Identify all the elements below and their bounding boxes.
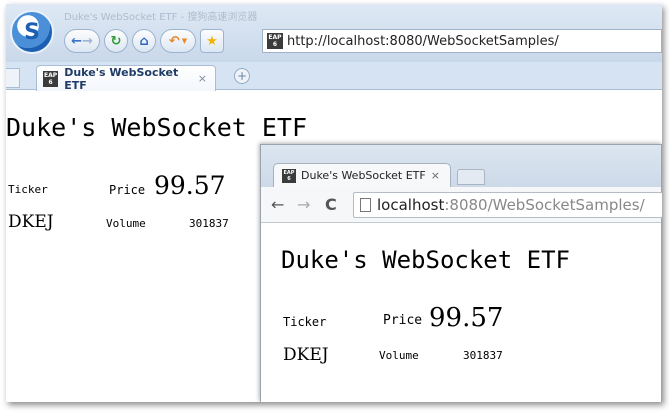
- address-bar-b[interactable]: localhost:8080/WebSocketSamples/: [353, 192, 662, 218]
- undo-button[interactable]: ↶ ▼: [160, 29, 196, 53]
- price-value: 99.57: [154, 171, 226, 200]
- browser-b-window: EAP 6 Duke's WebSocket ETF × ← → C localh…: [260, 144, 662, 402]
- refresh-icon: ↻: [110, 33, 122, 49]
- volume-value: 301837: [463, 349, 503, 362]
- address-host[interactable]: localhost: [377, 196, 444, 214]
- address-bar[interactable]: EAP 6 http://localhost:8080/WebSocketSamp…: [262, 29, 662, 53]
- site-favicon-icon: EAP 6: [267, 33, 283, 49]
- tab-websocket-etf[interactable]: EAP 6 Duke's WebSocket ETF ×: [36, 65, 216, 92]
- refresh-button[interactable]: ↻: [104, 29, 128, 53]
- tab-label: Duke's WebSocket ETF: [64, 65, 179, 92]
- forward-arrow-icon[interactable]: →: [82, 34, 93, 49]
- address-path[interactable]: :8080/WebSocketSamples/: [444, 196, 644, 214]
- browser-b-toolbar: ← → C localhost:8080/WebSocketSamples/: [261, 187, 662, 223]
- home-button[interactable]: ⌂: [132, 29, 156, 53]
- price-label: Price: [109, 183, 146, 197]
- back-arrow-icon[interactable]: ←: [71, 34, 82, 49]
- browser-b-page: Duke's WebSocket ETF Ticker Price 99.57 …: [261, 224, 661, 402]
- tab-close-icon[interactable]: ×: [431, 169, 440, 182]
- back-arrow-icon[interactable]: ←: [271, 195, 284, 214]
- sogou-logo-icon[interactable]: [10, 10, 54, 54]
- page-title: Duke's WebSocket ETF: [281, 246, 570, 274]
- tab-close-icon[interactable]: ×: [198, 72, 207, 85]
- screenshot-frame: Duke's WebSocket ETF - 搜狗高速浏览器 ←→ ↻ ⌂ ↶▼…: [6, 4, 662, 402]
- ticker-label: Ticker: [8, 183, 48, 196]
- browser-a-titlebar: Duke's WebSocket ETF - 搜狗高速浏览器 ←→ ↻ ⌂ ↶▼…: [6, 4, 662, 62]
- tab-favicon-icon: EAP 6: [43, 70, 59, 87]
- page-icon: [360, 198, 371, 212]
- ticker-label: Ticker: [283, 315, 327, 329]
- tab-websocket-etf-b[interactable]: EAP 6 Duke's WebSocket ETF ×: [273, 163, 451, 187]
- star-icon: ★: [206, 33, 218, 49]
- ticker-symbol: DKEJ: [8, 212, 54, 232]
- page-title: Duke's WebSocket ETF: [6, 113, 308, 142]
- sidebar-toggle[interactable]: [6, 68, 20, 88]
- home-icon: ⌂: [139, 33, 149, 49]
- browser-a-tabbar: EAP 6 Duke's WebSocket ETF × +: [6, 62, 662, 92]
- new-tab-button[interactable]: [457, 169, 485, 185]
- browser-a-nav: ← → ↻ ⌂ ↶ ▼ ★: [64, 28, 224, 54]
- undo-icon: ↶: [168, 33, 180, 49]
- back-forward-button[interactable]: ← →: [64, 29, 100, 53]
- ticker-symbol: DKEJ: [283, 345, 329, 365]
- chevron-down-icon: ▼: [181, 37, 188, 45]
- volume-label: Volume: [379, 349, 419, 362]
- price-value: 99.57: [429, 303, 504, 333]
- browser-b-tabbar: EAP 6 Duke's WebSocket ETF ×: [261, 145, 661, 187]
- new-tab-button[interactable]: +: [234, 68, 250, 84]
- tab-favicon-icon: EAP 6: [282, 168, 296, 183]
- reload-icon[interactable]: C: [325, 195, 337, 214]
- forward-arrow-icon[interactable]: →: [297, 195, 310, 214]
- address-url[interactable]: http://localhost:8080/WebSocketSamples/: [287, 34, 559, 49]
- volume-label: Volume: [106, 217, 146, 230]
- tab-label: Duke's WebSocket ETF: [301, 169, 426, 182]
- favorite-button[interactable]: ★: [200, 29, 224, 53]
- price-label: Price: [383, 313, 423, 328]
- volume-value: 301837: [189, 217, 229, 230]
- window-title: Duke's WebSocket ETF - 搜狗高速浏览器: [64, 12, 258, 23]
